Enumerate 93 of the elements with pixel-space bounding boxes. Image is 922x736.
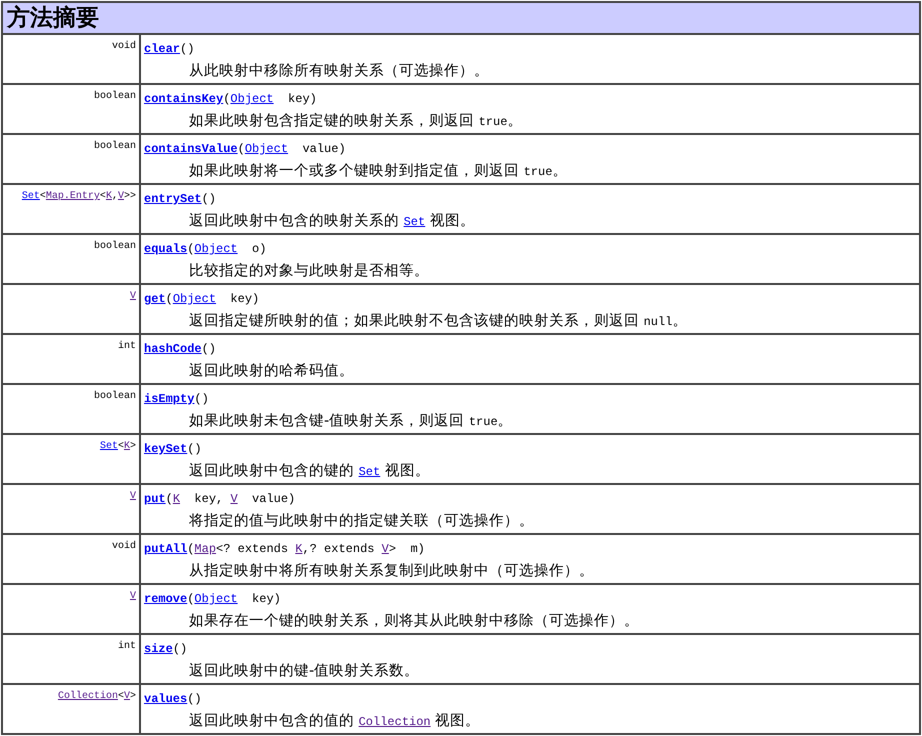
signature-text: key,	[193, 492, 224, 506]
section-title: 方法摘要	[6, 5, 99, 31]
signature-text: o)	[251, 242, 266, 256]
signature-text: (	[223, 92, 230, 106]
type-link[interactable]: V	[118, 191, 124, 202]
type-text: boolean	[94, 141, 136, 152]
type-text: boolean	[94, 241, 136, 252]
method-link[interactable]: hashCode	[144, 342, 202, 356]
type-link[interactable]: Object	[172, 292, 216, 306]
type-text: boolean	[94, 391, 136, 402]
type-link[interactable]: V	[130, 291, 136, 302]
method-description: 返回此映射中包含的键的 Set 视图。	[189, 462, 431, 481]
type-text: int	[118, 641, 136, 652]
description-link[interactable]: Set	[358, 465, 380, 479]
type-link[interactable]: Map.Entry	[46, 191, 100, 202]
type-link[interactable]: V	[230, 492, 238, 506]
method-link[interactable]: containsValue	[144, 142, 238, 156]
signature-text: ()	[202, 192, 216, 206]
type-text: >	[130, 441, 136, 452]
method-link[interactable]: remove	[144, 592, 188, 606]
type-link[interactable]: K	[124, 441, 130, 452]
type-text: void	[112, 41, 136, 52]
method-description: 返回指定键所映射的值；如果此映射不包含该键的映射关系，则返回 null。	[189, 312, 688, 331]
method-description: 如果存在一个键的映射关系，则将其从此映射中移除（可选操作）。	[189, 612, 640, 631]
signature-text: key)	[229, 292, 260, 306]
signature-text: ()	[180, 42, 194, 56]
method-description: 返回此映射中包含的映射关系的 Set 视图。	[189, 212, 476, 231]
method-description: 返回此映射中包含的值的 Collection 视图。	[189, 712, 482, 731]
method-link[interactable]: equals	[144, 242, 188, 256]
signature-text: ()	[202, 342, 216, 356]
method-link[interactable]: put	[144, 492, 166, 506]
type-text: <	[40, 191, 46, 202]
type-link[interactable]: V	[130, 491, 136, 502]
signature-text: (	[187, 242, 194, 256]
method-link[interactable]: entrySet	[144, 192, 202, 206]
type-link[interactable]: K	[295, 542, 302, 556]
signature-text: (	[166, 292, 173, 306]
method-link[interactable]: keySet	[144, 442, 188, 456]
method-link[interactable]: size	[144, 642, 173, 656]
type-link[interactable]: Object	[230, 92, 274, 106]
type-text: <	[118, 441, 124, 452]
signature-text: (	[187, 542, 194, 556]
method-description: 从此映射中移除所有映射关系（可选操作）。	[189, 62, 490, 81]
type-link[interactable]: Collection	[58, 691, 118, 702]
method-link[interactable]: clear	[144, 42, 180, 56]
type-text: ,	[112, 191, 118, 202]
method-link[interactable]: containsKey	[144, 92, 224, 106]
type-link[interactable]: Object	[194, 592, 238, 606]
method-description: 返回此映射中的键-值映射关系数。	[189, 662, 420, 681]
method-link[interactable]: isEmpty	[144, 392, 194, 406]
type-link[interactable]: V	[124, 691, 130, 702]
signature-text: ()	[187, 692, 202, 706]
signature-text: key)	[251, 592, 281, 606]
signature-text: key)	[287, 92, 317, 106]
type-link[interactable]: Object	[244, 142, 288, 156]
method-link[interactable]: putAll	[144, 542, 188, 556]
type-link[interactable]: Set	[100, 441, 118, 452]
type-text: >	[130, 691, 136, 702]
method-link[interactable]: get	[144, 292, 166, 306]
signature-text: <? extends	[216, 542, 290, 556]
signature-text: ()	[187, 442, 202, 456]
method-description: 如果此映射未包含键-值映射关系，则返回 true。	[189, 412, 514, 431]
type-text: boolean	[94, 91, 136, 102]
type-text: <	[118, 691, 124, 702]
method-description: 如果此映射将一个或多个键映射到指定值，则返回 true。	[189, 162, 568, 181]
description-link[interactable]: Set	[404, 215, 426, 229]
type-link[interactable]: V	[130, 591, 136, 602]
type-text: int	[118, 341, 136, 352]
signature-text: value)	[251, 492, 296, 506]
type-link[interactable]: V	[382, 542, 389, 556]
method-description: 将指定的值与此映射中的指定键关联（可选操作）。	[189, 512, 535, 531]
signature-text: (	[238, 142, 245, 156]
method-description: 从指定映射中将所有映射关系复制到此映射中（可选操作）。	[189, 562, 595, 581]
signature-text: (	[166, 492, 173, 506]
signature-text: ,? extends	[302, 542, 376, 556]
description-link[interactable]: Collection	[358, 715, 431, 729]
signature-text: ()	[194, 392, 209, 406]
type-text: >>	[124, 191, 136, 202]
method-description: 如果此映射包含指定键的映射关系，则返回 true。	[189, 112, 524, 131]
type-text: void	[112, 541, 136, 552]
type-link[interactable]: K	[172, 492, 180, 506]
type-link[interactable]: Set	[22, 191, 40, 202]
signature-text: (	[187, 592, 194, 606]
signature-text: > m)	[388, 542, 425, 556]
signature-text: ()	[172, 642, 188, 656]
type-link[interactable]: Object	[194, 242, 238, 256]
method-description: 比较指定的对象与此映射是否相等。	[189, 262, 430, 281]
signature-text: value)	[301, 142, 346, 156]
type-link[interactable]: K	[106, 191, 112, 202]
type-text: <	[100, 191, 106, 202]
method-link[interactable]: values	[144, 692, 188, 706]
method-description: 返回此映射的哈希码值。	[189, 362, 355, 381]
type-link[interactable]: Map	[194, 542, 216, 556]
